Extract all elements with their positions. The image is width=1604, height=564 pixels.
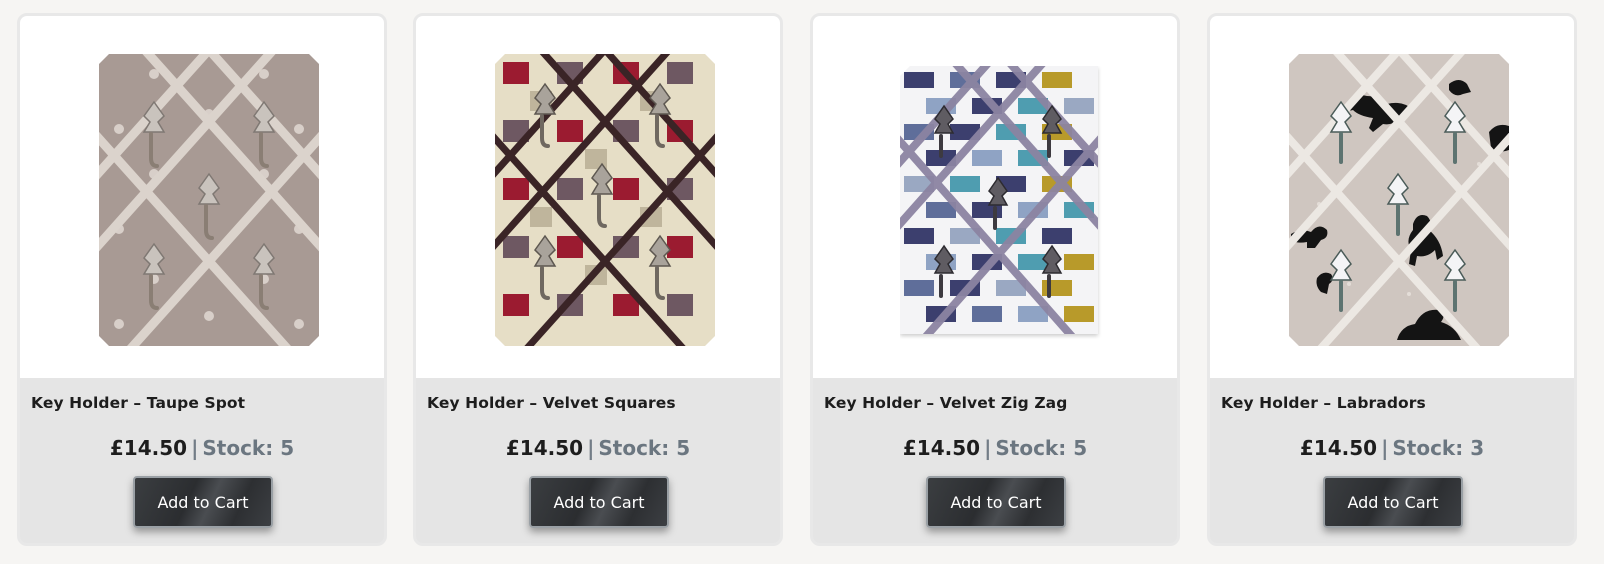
separator: | <box>984 436 992 460</box>
product-title[interactable]: Key Holder – Labradors <box>1221 394 1426 412</box>
product-price: £14.50 <box>505 436 584 460</box>
add-to-cart-button[interactable]: Add to Cart <box>133 476 273 528</box>
velvet-squares-key-holder-icon <box>495 54 715 346</box>
product-price: £14.50 <box>1299 436 1378 460</box>
velvet-zig-zag-key-holder-icon <box>900 66 1098 334</box>
add-to-cart-button[interactable]: Add to Cart <box>529 476 669 528</box>
price-stock-line: £14.50 | Stock: 5 <box>813 436 1177 460</box>
product-price: £14.50 <box>902 436 981 460</box>
separator: | <box>191 436 199 460</box>
product-title[interactable]: Key Holder – Taupe Spot <box>31 394 245 412</box>
labradors-key-holder-icon <box>1289 54 1509 346</box>
stock-count: Stock: 3 <box>1392 436 1485 460</box>
product-image[interactable] <box>416 16 780 378</box>
product-card: Key Holder – Labradors £14.50 | Stock: 3 A… <box>1207 13 1577 546</box>
product-image[interactable] <box>1210 16 1574 378</box>
stock-count: Stock: 5 <box>598 436 691 460</box>
price-stock-line: £14.50 | Stock: 5 <box>416 436 780 460</box>
product-image[interactable] <box>813 16 1177 378</box>
price-stock-line: £14.50 | Stock: 5 <box>20 436 384 460</box>
product-card: Key Holder – Velvet Zig Zag £14.50 | Stock… <box>810 13 1180 546</box>
product-grid: Key Holder – Taupe Spot £14.50 | Stock: 5 … <box>0 0 1604 564</box>
add-to-cart-button[interactable]: Add to Cart <box>1323 476 1463 528</box>
separator: | <box>587 436 595 460</box>
stock-count: Stock: 5 <box>995 436 1088 460</box>
product-price: £14.50 <box>109 436 188 460</box>
separator: | <box>1381 436 1389 460</box>
product-card: Key Holder – Velvet Squares £14.50 | Stock… <box>413 13 783 546</box>
product-card: Key Holder – Taupe Spot £14.50 | Stock: 5 … <box>17 13 387 546</box>
taupe-spot-key-holder-icon <box>99 54 319 346</box>
price-stock-line: £14.50 | Stock: 3 <box>1210 436 1574 460</box>
product-title[interactable]: Key Holder – Velvet Zig Zag <box>824 394 1067 412</box>
product-title[interactable]: Key Holder – Velvet Squares <box>427 394 676 412</box>
add-to-cart-button[interactable]: Add to Cart <box>926 476 1066 528</box>
product-image[interactable] <box>20 16 384 378</box>
stock-count: Stock: 5 <box>202 436 295 460</box>
